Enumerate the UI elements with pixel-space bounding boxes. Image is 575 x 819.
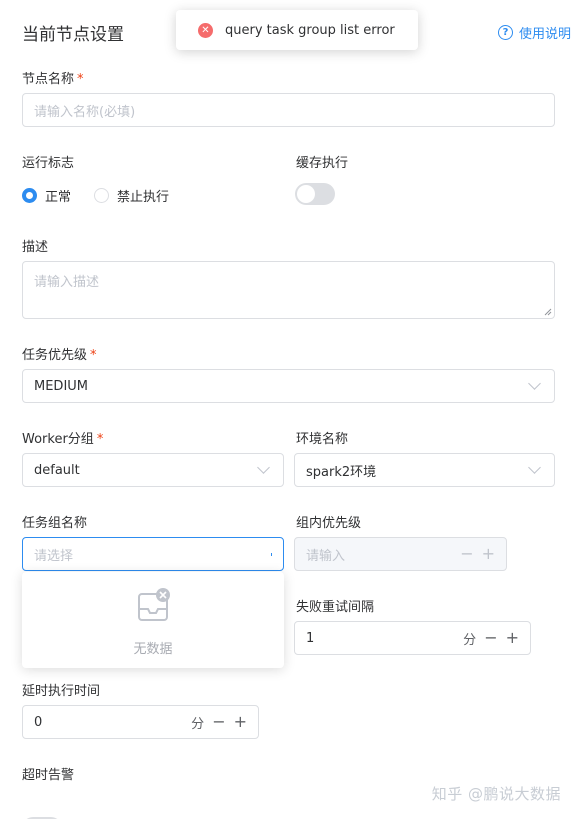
retry-interval-unit: 分 [463,632,477,648]
radio-unchecked-icon [94,188,109,203]
node-name-input[interactable]: 请输入名称(必填) [22,93,555,127]
description-placeholder: 请输入描述 [34,275,100,290]
timeout-alert-label: 超时告警 [22,768,75,783]
cache-exec-switch[interactable] [295,183,335,205]
node-name-placeholder: 请输入名称(必填) [34,104,136,120]
description-textarea[interactable]: 请输入描述 [22,261,555,319]
group-priority-input[interactable]: 请输入 − + [294,537,507,571]
radio-checked-icon [22,188,37,203]
text-caret [271,552,272,556]
error-toast: ✕ query task group list error [176,10,418,50]
env-name-select[interactable]: spark2环境 [294,453,555,487]
required-mark: * [90,348,97,363]
group-priority-label: 组内优先级 [296,516,362,531]
empty-inbox-icon [138,588,170,621]
help-circle-icon: ? [497,25,513,40]
watermark: 知乎 @鹏说大数据 [431,785,561,803]
decrement-button[interactable]: − [212,714,225,730]
retry-interval-input[interactable]: 1 分 − + [294,621,531,655]
increment-button[interactable]: + [234,714,247,730]
chevron-down-icon [528,461,541,474]
description-label: 描述 [22,240,49,255]
increment-button[interactable]: + [482,546,495,562]
cache-exec-label: 缓存执行 [296,156,349,171]
task-priority-select[interactable]: MEDIUM [22,369,555,403]
group-priority-placeholder: 请输入 [306,548,346,564]
switch-knob [297,185,315,203]
delay-time-value: 0 [34,714,43,730]
run-flag-option-forbid[interactable]: 禁止执行 [94,186,169,205]
required-mark: * [77,72,84,87]
help-link[interactable]: ? 使用说明 [497,23,571,42]
worker-group-value: default [34,462,80,478]
toast-message: query task group list error [225,22,395,38]
decrement-button[interactable]: − [484,630,497,646]
error-circle-icon: ✕ [198,22,213,38]
increment-button[interactable]: + [506,630,519,646]
help-link-label: 使用说明 [518,27,571,42]
required-mark: * [96,432,104,447]
empty-text: 无数据 [133,642,173,657]
task-priority-label: 任务优先级 * [22,348,97,363]
env-name-label: 环境名称 [296,432,349,447]
worker-group-label: Worker分组 * [22,432,104,447]
run-flag-label: 运行标志 [22,156,75,171]
worker-group-select[interactable]: default [22,453,284,487]
resize-handle-icon[interactable] [544,308,552,316]
node-name-label: 节点名称 * [22,72,84,87]
chevron-down-icon [528,377,541,390]
page-title: 当前节点设置 [22,25,124,45]
task-group-placeholder: 请选择 [34,548,74,564]
run-flag-option-normal[interactable]: 正常 [22,186,71,205]
task-group-dropdown: 无数据 [22,572,284,668]
delay-time-label: 延时执行时间 [22,684,101,699]
delay-time-unit: 分 [191,716,205,732]
task-priority-value: MEDIUM [34,378,89,394]
delay-time-input[interactable]: 0 分 − + [22,705,259,739]
task-group-label: 任务组名称 [22,516,88,531]
env-name-value: spark2环境 [306,464,377,480]
decrement-button[interactable]: − [460,546,473,562]
retry-interval-label: 失败重试间隔 [296,600,375,615]
task-group-select[interactable]: 请选择 [22,537,284,571]
retry-interval-value: 1 [306,630,315,646]
chevron-down-icon [257,461,270,474]
